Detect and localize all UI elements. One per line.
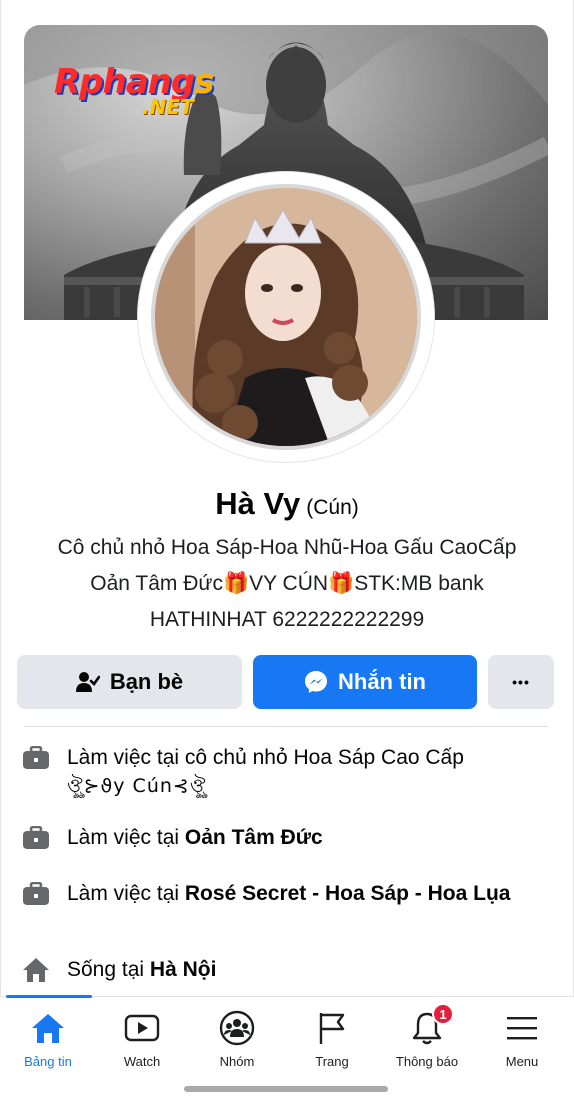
detail-text: Làm việc tại Rosé Secret - Hoa Sáp - Hoa… [67,880,510,908]
nav-item-watch[interactable]: Watch [95,1009,189,1069]
nav-label: Nhóm [219,1054,255,1069]
detail-prefix: Làm việc tại [67,826,180,849]
friends-button[interactable]: Bạn bè [17,655,242,709]
detail-value-decorated: ঔৣ⊱ϑy Cún⊰ঔৣ [67,775,207,797]
bell-icon: 1 [380,1003,474,1047]
detail-prefix: Sống tại [67,958,145,981]
bio-line: Oản Tâm Đức🎁VY CÚN🎁STK:MB bank [90,572,484,595]
detail-text: Làm việc tại Oản Tâm Đức [67,824,323,852]
detail-work-2[interactable]: Làm việc tại Oản Tâm Đức [20,824,540,852]
more-button[interactable]: ••• [488,655,554,709]
detail-text: Làm việc tại cô chủ nhỏ Hoa Sáp Cao Cấp … [67,744,464,800]
detail-text: Sống tại Hà Nội [67,956,216,984]
messenger-icon [304,670,328,694]
profile-bio: Cô chủ nhỏ Hoa Sáp-Hoa Nhũ-Hoa Gấu CaoCấ… [20,530,554,638]
detail-work-1[interactable]: Làm việc tại cô chủ nhỏ Hoa Sáp Cao Cấp … [20,744,540,800]
nav-label: Thông báo [395,1054,459,1069]
flag-icon [285,1009,379,1047]
nav-item-menu[interactable]: Menu [475,1009,569,1069]
briefcase-icon [20,880,52,908]
nav-active-indicator [6,995,92,998]
detail-prefix: Làm việc tại [67,882,180,905]
detail-work-3[interactable]: Làm việc tại Rosé Secret - Hoa Sáp - Hoa… [20,880,540,908]
watch-icon [95,1009,189,1047]
groups-icon [190,1009,284,1047]
nav-item-notifications[interactable]: 1 Thông báo [380,1003,474,1069]
home-icon [1,1009,95,1047]
nav-item-feed[interactable]: Bảng tin [1,1009,95,1069]
nav-label: Watch [123,1054,161,1069]
detail-value: cô chủ nhỏ Hoa Sáp Cao Cấp [184,746,464,769]
bio-line: Cô chủ nhỏ Hoa Sáp-Hoa Nhũ-Hoa Gấu CaoCấ… [57,536,517,559]
watermark-main-end: s [194,62,214,102]
menu-icon [475,1009,569,1047]
message-button-label: Nhắn tin [338,669,426,694]
nav-label: Trang [315,1054,349,1069]
profile-nickname: (Cún) [306,496,359,519]
nav-label: Menu [505,1054,539,1069]
nav-label: Bảng tin [24,1054,72,1069]
briefcase-icon [20,744,52,772]
bio-line: HATHINHAT 6222222222299 [149,608,425,631]
friends-button-label: Bạn bè [109,669,184,694]
detail-lives-in[interactable]: Sống tại Hà Nội [20,956,540,984]
nav-item-pages[interactable]: Trang [285,1009,379,1069]
detail-value: Rosé Secret - Hoa Sáp - Hoa Lụa [184,882,511,905]
friend-check-icon [75,671,100,693]
avatar[interactable] [151,184,421,450]
more-icon: ••• [512,674,530,690]
notification-badge: 1 [432,1003,454,1025]
watermark-logo: Rphangs .NET [54,62,214,117]
profile-name-line: Hà Vy (Cún) [0,486,574,522]
home-indicator[interactable] [184,1086,388,1092]
avatar-image [155,188,417,446]
profile-name: Hà Vy [215,486,301,521]
message-button[interactable]: Nhắn tin [253,655,477,709]
detail-value: Hà Nội [149,958,217,981]
briefcase-icon [20,824,52,852]
detail-prefix: Làm việc tại [67,746,180,769]
nav-item-groups[interactable]: Nhóm [190,1009,284,1069]
home-icon [20,956,52,984]
divider [24,726,548,727]
detail-value: Oản Tâm Đức [184,826,323,849]
